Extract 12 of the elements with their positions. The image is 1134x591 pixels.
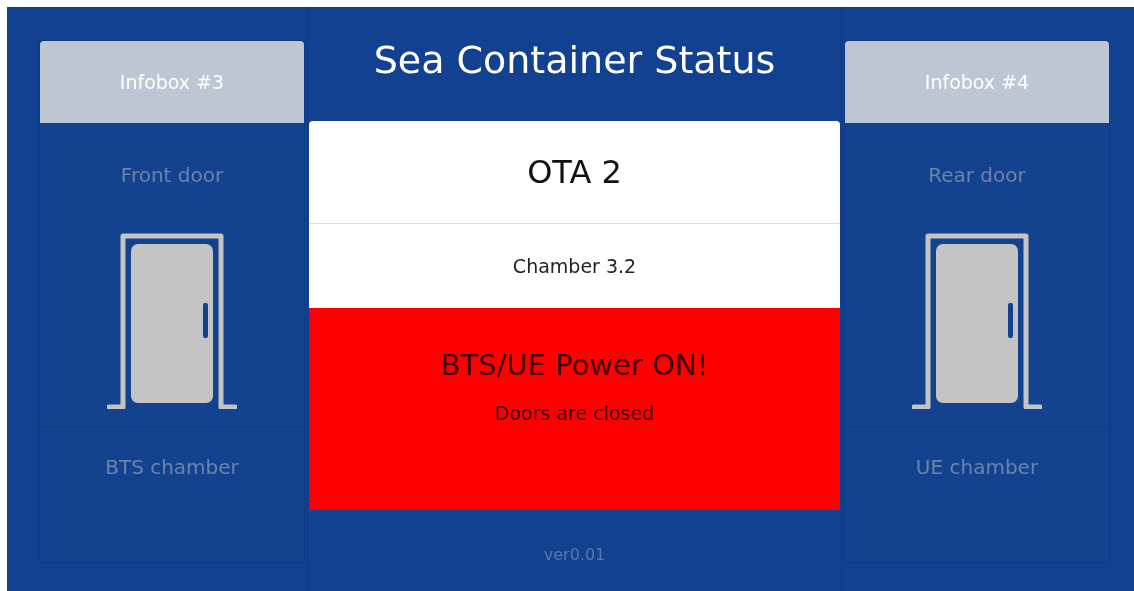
chamber-label: UE chamber bbox=[845, 426, 1109, 562]
site-name: OTA 2 bbox=[309, 121, 840, 224]
infobox-header: Infobox #3 bbox=[40, 41, 304, 123]
status-message: BTS/UE Power ON! bbox=[440, 348, 709, 382]
infobox-header: Infobox #4 bbox=[845, 41, 1109, 123]
door-label: Front door bbox=[119, 163, 225, 189]
chamber-label: BTS chamber bbox=[40, 426, 304, 562]
version-label: ver0.01 bbox=[542, 545, 607, 564]
door-label: Rear door bbox=[927, 163, 1027, 189]
status-detail: Doors are closed bbox=[494, 402, 655, 424]
page-title: Sea Container Status bbox=[372, 37, 777, 84]
chamber-name: Chamber 3.2 bbox=[511, 254, 638, 279]
